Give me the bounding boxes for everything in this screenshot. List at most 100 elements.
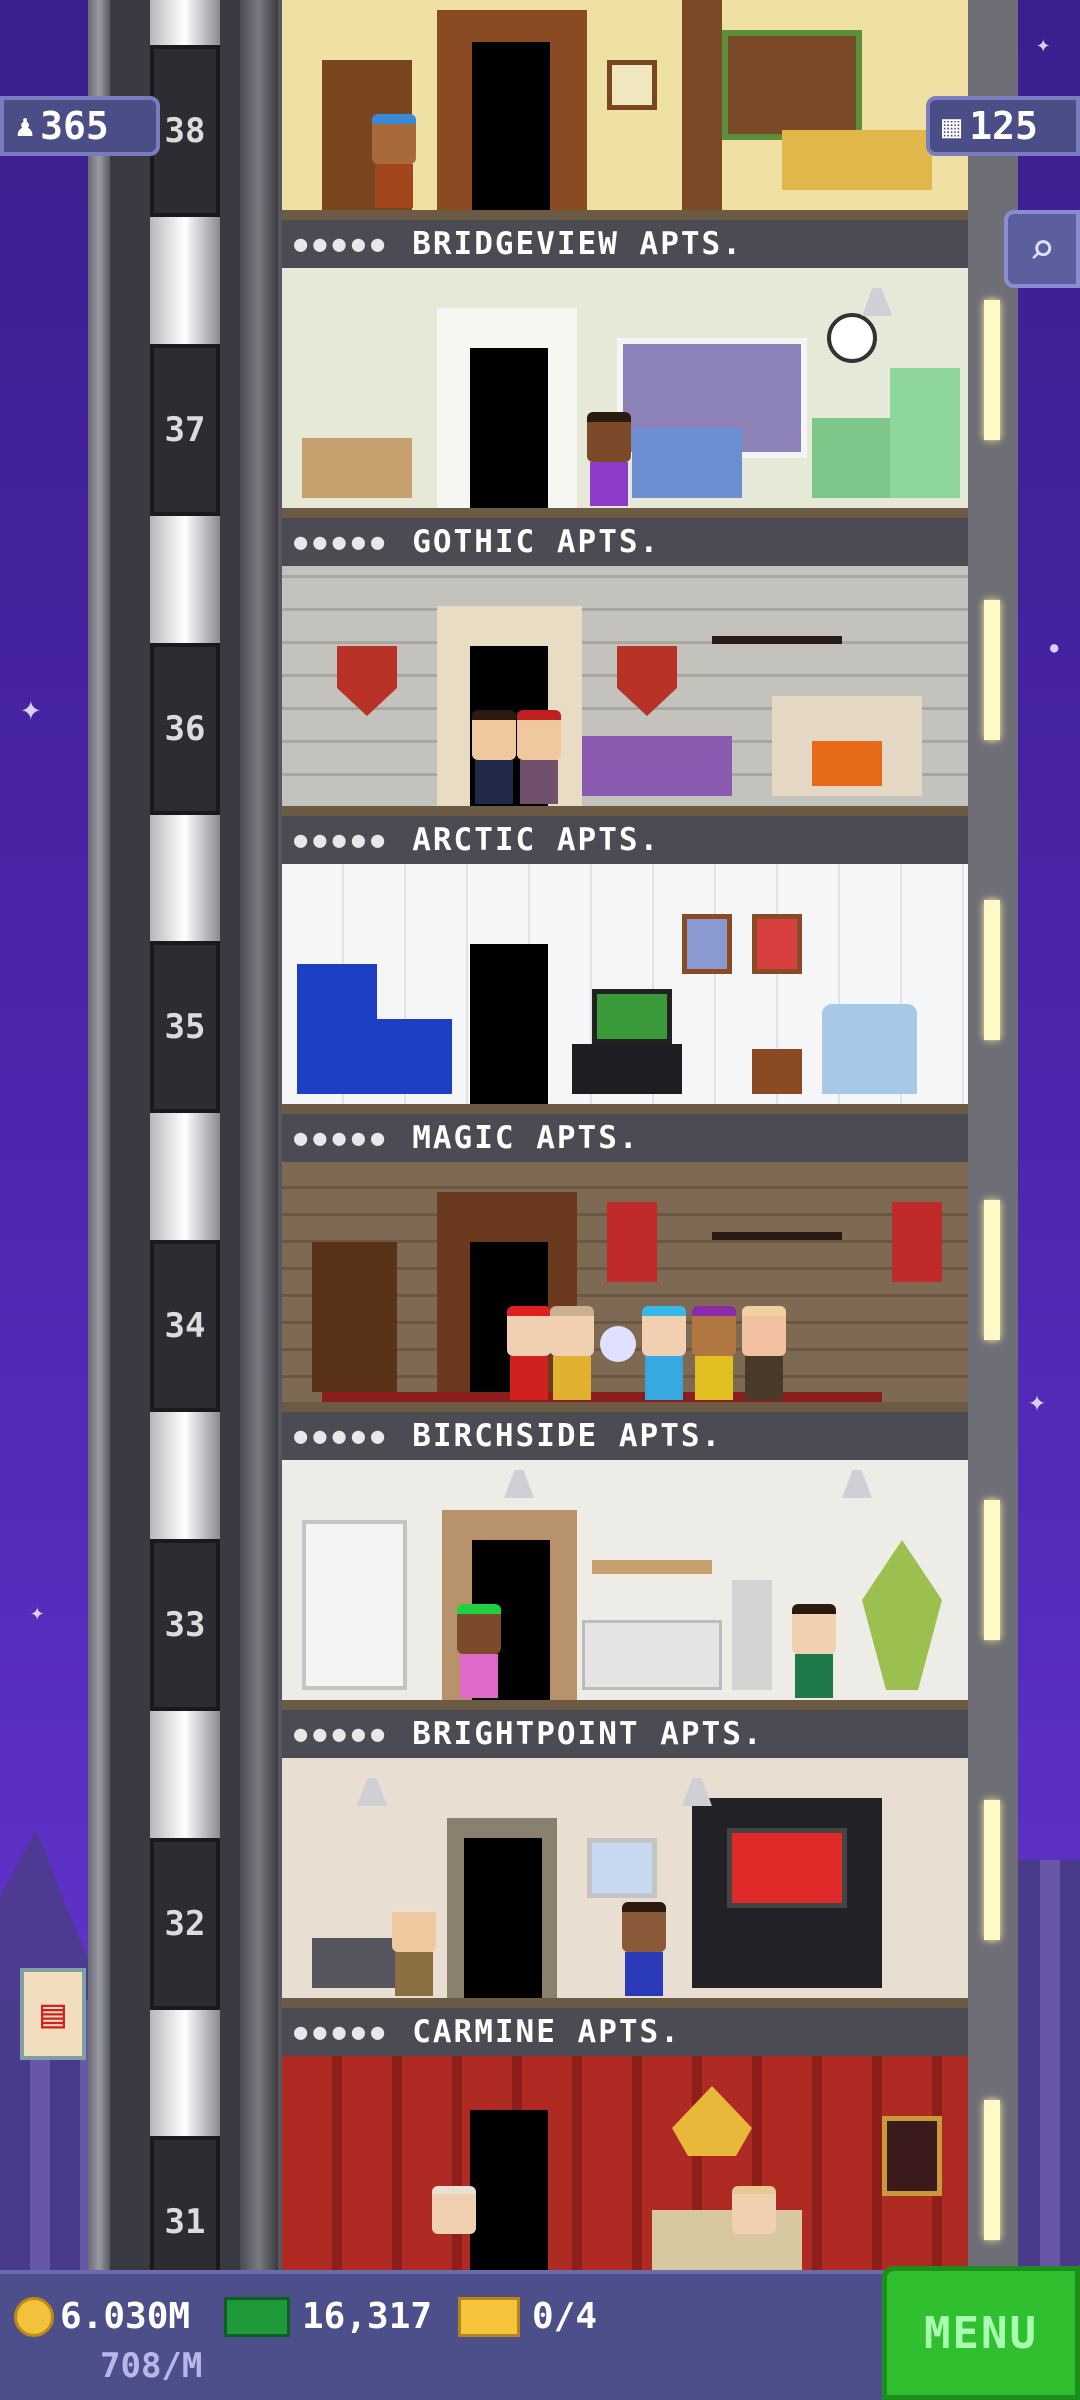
tickets-display[interactable]: 0/4 bbox=[458, 2296, 597, 2337]
star: ✦ bbox=[20, 688, 42, 729]
star: ● bbox=[1050, 640, 1059, 656]
sofa bbox=[632, 428, 742, 498]
picture-frame bbox=[587, 1838, 657, 1898]
floor-name: BRIDGEVIEW APTS. bbox=[412, 226, 743, 262]
resident[interactable] bbox=[550, 1306, 594, 1400]
resident[interactable] bbox=[622, 1902, 666, 1996]
bookshelf bbox=[302, 1520, 407, 1690]
floor-33-room[interactable] bbox=[282, 1460, 968, 1710]
coins-rate: 708/M bbox=[100, 2346, 203, 2386]
search-button[interactable]: ⌕ bbox=[1004, 210, 1080, 288]
search-icon: ⌕ bbox=[1028, 223, 1056, 275]
ceiling-lamp bbox=[357, 1778, 387, 1806]
resident[interactable] bbox=[372, 114, 416, 208]
floor-31-sign: ●●●●● CARMINE APTS. bbox=[282, 2008, 968, 2056]
floor-number-37[interactable]: 37 bbox=[150, 344, 220, 516]
plant bbox=[862, 1540, 942, 1690]
floors-value: 125 bbox=[969, 104, 1038, 148]
wall-shelf bbox=[592, 1560, 712, 1574]
rating-dots: ●●●●● bbox=[294, 231, 391, 257]
banner bbox=[607, 1202, 657, 1282]
picture-frame bbox=[682, 914, 732, 974]
floor-name: ARCTIC APTS. bbox=[412, 822, 661, 858]
floor-number-36[interactable]: 36 bbox=[150, 643, 220, 815]
floor-name: CARMINE APTS. bbox=[412, 2014, 681, 2050]
resident[interactable] bbox=[792, 1604, 836, 1698]
building-light bbox=[984, 1800, 1000, 1940]
floor-number-34[interactable]: 34 bbox=[150, 1240, 220, 1412]
resident[interactable] bbox=[472, 710, 516, 804]
tv-stand bbox=[572, 1044, 682, 1094]
door[interactable] bbox=[470, 348, 548, 508]
floors-counter[interactable]: ▦ 125 bbox=[926, 96, 1080, 156]
resident[interactable] bbox=[742, 1306, 786, 1400]
floor-35-room[interactable] bbox=[282, 864, 968, 1114]
coin-icon bbox=[14, 2296, 54, 2337]
bux-display[interactable]: 16,317 bbox=[224, 2296, 432, 2337]
resident[interactable] bbox=[642, 1306, 686, 1400]
window bbox=[722, 30, 862, 140]
building-light bbox=[984, 1500, 1000, 1640]
elevator-rail-right bbox=[240, 0, 278, 2270]
resident[interactable] bbox=[392, 1902, 436, 1996]
building-light bbox=[984, 1200, 1000, 1340]
floor-number-33[interactable]: 33 bbox=[150, 1539, 220, 1711]
floor-38-room[interactable] bbox=[282, 0, 968, 220]
floor-number-35[interactable]: 35 bbox=[150, 941, 220, 1113]
resident[interactable] bbox=[517, 710, 561, 804]
sofa bbox=[582, 1620, 722, 1690]
bed bbox=[652, 2210, 802, 2270]
side-table bbox=[752, 1049, 802, 1094]
resident[interactable] bbox=[457, 1604, 501, 1698]
floor-number-32[interactable]: 32 bbox=[150, 1838, 220, 2010]
ad-button[interactable]: ▤ bbox=[20, 1968, 86, 2060]
floor-lamp bbox=[732, 1580, 772, 1690]
rating-dots: ●●●●● bbox=[294, 1721, 391, 1747]
floor-33-sign: ●●●●● BIRCHSIDE APTS. bbox=[282, 1412, 968, 1460]
chandelier bbox=[712, 1182, 842, 1240]
ceiling-lamp bbox=[682, 1778, 712, 1806]
floor-name: GOTHIC APTS. bbox=[412, 524, 661, 560]
menu-button[interactable]: MENU bbox=[882, 2266, 1080, 2400]
blue-cabinet bbox=[297, 964, 377, 1094]
ceiling-lamp bbox=[862, 288, 892, 316]
population-counter[interactable]: ♟ 365 bbox=[0, 96, 160, 156]
side-table bbox=[312, 1938, 402, 1988]
chandelier bbox=[712, 586, 842, 644]
door[interactable] bbox=[472, 42, 550, 210]
clock-icon bbox=[827, 313, 877, 363]
floor-34-room[interactable] bbox=[282, 1162, 968, 1412]
resident[interactable] bbox=[587, 412, 631, 506]
blue-cabinet bbox=[377, 1019, 452, 1094]
bux-value: 16,317 bbox=[302, 2296, 433, 2337]
coins-display[interactable]: 6.030M bbox=[14, 2296, 190, 2337]
resident[interactable] bbox=[692, 1306, 736, 1400]
elevator-rail-left bbox=[88, 0, 110, 2270]
floor-35-sign: ●●●●● ARCTIC APTS. bbox=[282, 816, 968, 864]
ad-fries-icon: ▤ bbox=[40, 1991, 66, 2037]
floor-36-sign: ●●●●● GOTHIC APTS. bbox=[282, 518, 968, 566]
fire bbox=[812, 741, 882, 786]
resident[interactable] bbox=[732, 2186, 776, 2270]
floor-32-room[interactable] bbox=[282, 1758, 968, 2008]
floor-number-38[interactable]: 38 bbox=[150, 45, 220, 217]
rating-dots: ●●●●● bbox=[294, 1423, 391, 1449]
door[interactable] bbox=[464, 1838, 542, 1998]
floor-34-sign: ●●●●● MAGIC APTS. bbox=[282, 1114, 968, 1162]
floor-36-room[interactable] bbox=[282, 566, 968, 816]
floor-31-room[interactable] bbox=[282, 2056, 968, 2270]
tree bbox=[682, 0, 722, 210]
population-value: 365 bbox=[40, 104, 109, 148]
door[interactable] bbox=[470, 2110, 548, 2270]
banner bbox=[892, 1202, 942, 1282]
rug bbox=[322, 1392, 882, 1402]
rating-dots: ●●●●● bbox=[294, 1125, 391, 1151]
picture-frame bbox=[607, 60, 657, 110]
star: ✦ bbox=[1036, 30, 1051, 58]
resident[interactable] bbox=[507, 1306, 551, 1400]
bookshelf bbox=[312, 1242, 397, 1392]
rating-dots: ●●●●● bbox=[294, 827, 391, 853]
resident[interactable] bbox=[432, 2186, 476, 2270]
door[interactable] bbox=[470, 944, 548, 1104]
floor-37-room[interactable] bbox=[282, 268, 968, 518]
